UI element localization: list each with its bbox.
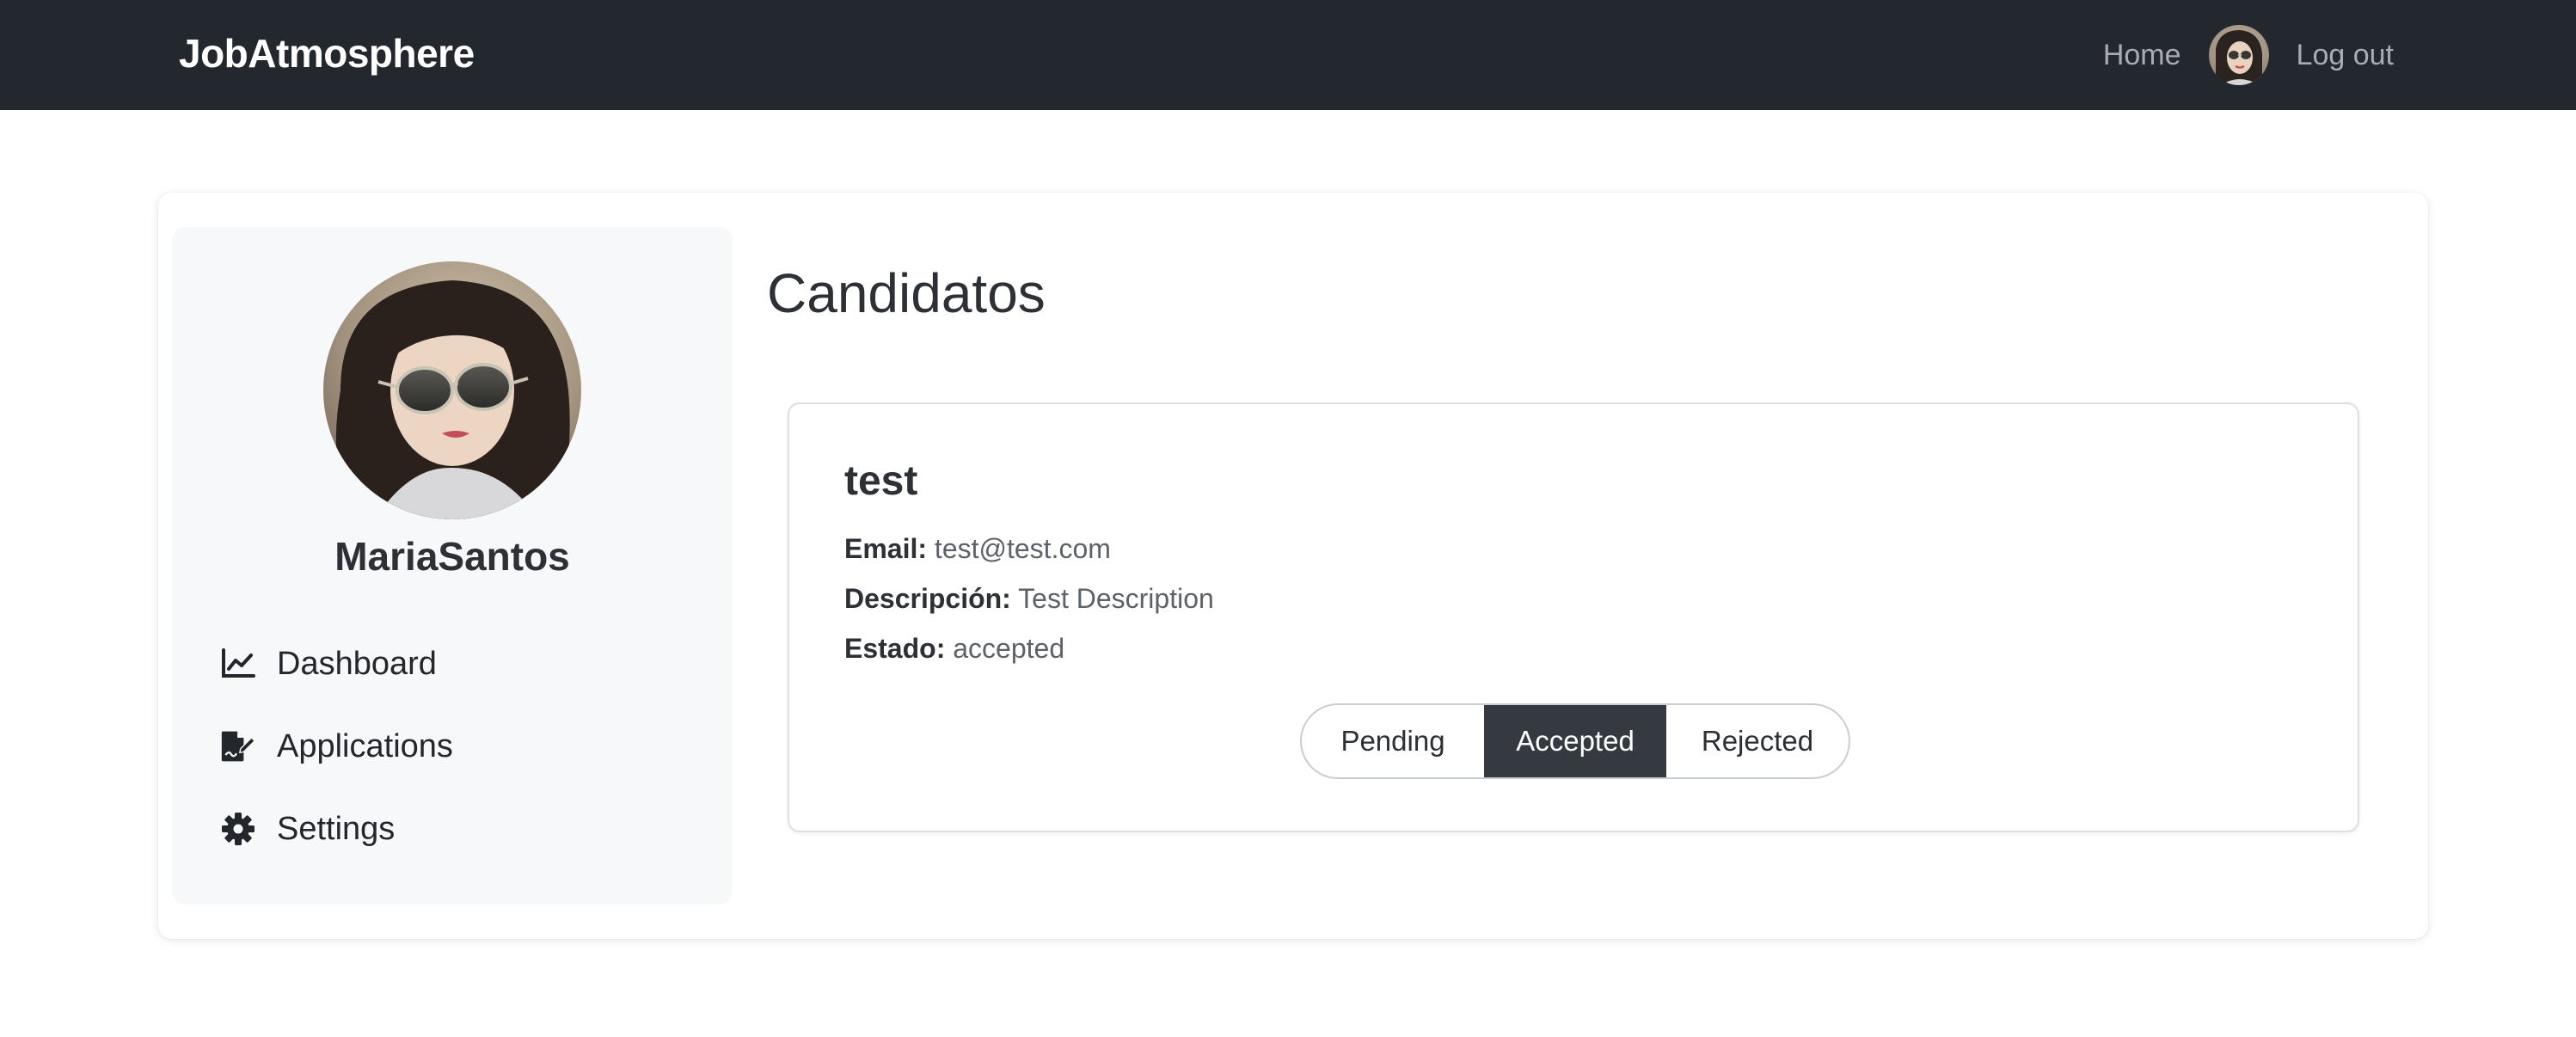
email-label: Email: (844, 533, 928, 564)
status-label: Estado: (844, 633, 946, 664)
file-signature-icon (220, 728, 256, 764)
accepted-button[interactable]: Accepted (1484, 705, 1666, 777)
chart-line-icon (220, 646, 256, 682)
candidate-status-row: Estado: accepted (844, 633, 1064, 665)
candidate-card: test Email: test@test.com Descripción: T… (788, 402, 2359, 832)
candidate-description-row: Descripción: Test Description (844, 583, 1214, 615)
rejected-button[interactable]: Rejected (1666, 705, 1849, 777)
user-avatar[interactable] (2208, 25, 2269, 85)
profile-sidebar: MariaSantos Dashboard Applications Setti… (172, 227, 733, 905)
candidate-description: Test Description (1018, 583, 1214, 614)
sidebar-item-label: Applications (277, 727, 453, 764)
sidebar-menu: Dashboard Applications Settings (220, 623, 702, 870)
sidebar-item-label: Dashboard (277, 645, 437, 682)
home-link[interactable]: Home (2103, 39, 2181, 72)
description-label: Descripción: (844, 583, 1011, 614)
brand-logo[interactable]: JobAtmosphere (179, 0, 475, 110)
sidebar-item-applications[interactable]: Applications (220, 705, 702, 788)
logout-link[interactable]: Log out (2297, 39, 2394, 72)
status-button-group: Pending Accepted Rejected (1300, 703, 1850, 779)
nav-right: Home Log out (2103, 0, 2394, 110)
profile-username: MariaSantos (334, 534, 570, 579)
top-navbar: JobAtmosphere Home Log out (0, 0, 2576, 110)
candidate-email-row: Email: test@test.com (844, 533, 1111, 565)
sidebar-item-label: Settings (277, 810, 396, 847)
sidebar-item-dashboard[interactable]: Dashboard (220, 623, 702, 705)
candidate-status: accepted (953, 633, 1065, 664)
main-card: MariaSantos Dashboard Applications Setti… (158, 193, 2428, 939)
candidate-name: test (844, 458, 918, 504)
pending-button[interactable]: Pending (1302, 705, 1484, 777)
sidebar-item-settings[interactable]: Settings (220, 788, 702, 870)
candidate-email: test@test.com (934, 533, 1111, 564)
page-title: Candidatos (767, 262, 1046, 324)
gear-icon (220, 811, 256, 847)
profile-avatar (323, 261, 581, 519)
